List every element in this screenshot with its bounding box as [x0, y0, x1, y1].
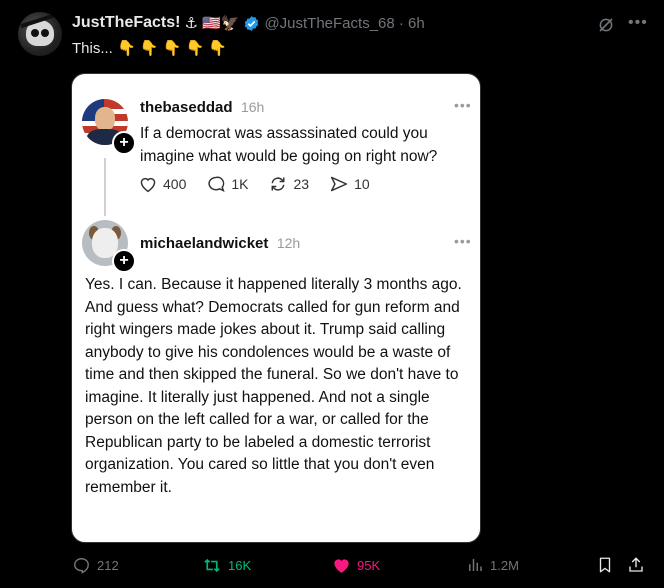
post1-share: 10 — [329, 175, 370, 193]
post1-replies-count: 1K — [231, 176, 249, 192]
author-emojis: ⚓ 🇺🇸🦅 — [184, 15, 240, 32]
post2-header: michaelandwicket 12h — [140, 235, 300, 253]
post2-text: Yes. I can. Because it happened literall… — [85, 276, 462, 496]
author-row: JustTheFacts! ⚓ 🇺🇸🦅 @JustTheFacts_68 · 6… — [72, 14, 425, 32]
views-count: 1.2M — [490, 557, 519, 573]
reply-count: 212 — [97, 558, 119, 573]
repost-count: 16K — [228, 558, 252, 573]
post1-shares-count: 10 — [354, 176, 370, 192]
post1-time: 16h — [240, 99, 265, 115]
like-count: 95K — [357, 557, 381, 573]
post1-reposts-count: 23 — [293, 176, 310, 192]
repost-button[interactable]: 16K — [202, 556, 251, 575]
heart-icon — [334, 559, 349, 573]
post1-more-icon: ••• — [454, 97, 472, 113]
post1-username: thebaseddad — [140, 99, 233, 116]
post2-more-icon: ••• — [454, 233, 472, 249]
post2-time: 12h — [276, 235, 301, 251]
author-display-name[interactable]: JustTheFacts! — [72, 14, 180, 32]
post2-username: michaelandwicket — [140, 235, 269, 252]
post1-like: 400 — [138, 175, 186, 193]
more-icon[interactable]: ••• — [628, 14, 648, 32]
like-button[interactable]: 95K — [332, 556, 380, 574]
embedded-screenshot-image[interactable]: + thebaseddad 16h ••• If a democrat was … — [71, 73, 481, 543]
heart-outline-icon — [140, 177, 156, 193]
send-icon — [330, 176, 348, 192]
follow-plus-icon: + — [112, 131, 136, 155]
post1-reply: 1K — [206, 175, 248, 193]
views-icon — [469, 559, 482, 571]
reply-icon — [74, 558, 89, 574]
share-icon[interactable] — [627, 555, 645, 575]
views-button[interactable]: 1.2M — [466, 556, 519, 574]
repost-outline-icon — [272, 177, 285, 191]
tweet-action-bar: 212 16K 95K 1.2M — [0, 552, 664, 580]
post1-actions: 400 1K 23 10 — [138, 175, 390, 193]
comment-icon — [208, 176, 225, 192]
post1-header: thebaseddad 16h — [140, 99, 264, 117]
thread-line — [104, 158, 106, 216]
author-handle-and-time[interactable]: @JustTheFacts_68 · 6h — [264, 15, 424, 32]
repost-icon — [204, 558, 220, 573]
verified-badge-icon — [245, 15, 259, 31]
post1-repost: 23 — [268, 175, 309, 193]
grok-icon[interactable] — [597, 16, 615, 34]
author-avatar[interactable] — [18, 12, 62, 56]
tweet-text: This... 👇 👇 👇 👇 👇 — [72, 40, 228, 57]
bookmark-icon[interactable] — [596, 555, 614, 575]
post1-text: If a democrat was assassinated could you… — [140, 125, 438, 165]
reply-button[interactable]: 212 — [72, 556, 119, 575]
post1-likes-count: 400 — [163, 176, 187, 192]
follow-plus-icon: + — [112, 249, 136, 273]
